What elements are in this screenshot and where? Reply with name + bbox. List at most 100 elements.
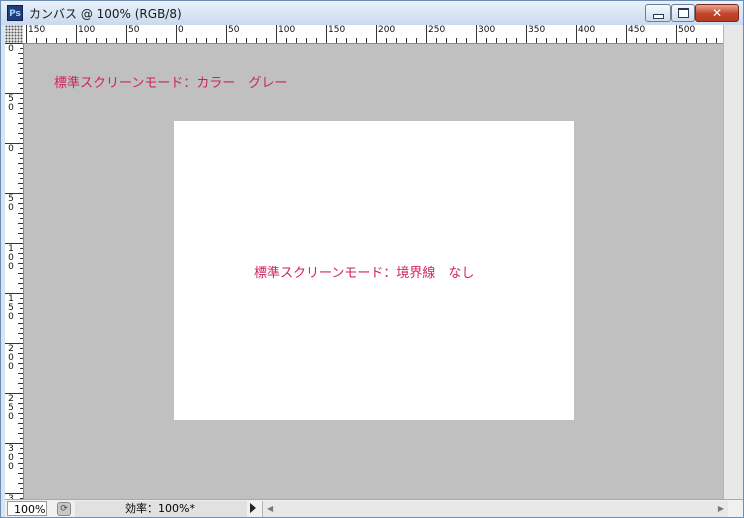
scroll-right-arrow-icon[interactable]: ▶ xyxy=(718,504,724,513)
ruler-label: 1 0 0 xyxy=(8,244,14,272)
ruler-tick xyxy=(20,408,23,409)
status-info-icon[interactable]: ⟳ xyxy=(57,502,71,516)
window-title: カンバス @ 100% (RGB/8) xyxy=(29,7,182,21)
ruler-label: 5 0 xyxy=(8,194,14,213)
ruler-tick xyxy=(20,148,23,149)
vertical-scrollbar[interactable] xyxy=(723,25,743,499)
ruler-origin-corner[interactable] xyxy=(5,25,24,44)
ruler-tick xyxy=(18,313,23,314)
ruler-tick xyxy=(20,348,23,349)
ruler-tick xyxy=(18,383,23,384)
ruler-tick xyxy=(20,98,23,99)
ruler-tick xyxy=(20,378,23,379)
ruler-tick xyxy=(696,38,697,43)
ruler-tick xyxy=(20,88,23,89)
zoom-level-field[interactable]: 100% xyxy=(7,501,47,516)
horizontal-ruler[interactable]: 150 100 50 0 50 100 150 200 250 300 350 400 450 500 xyxy=(23,25,723,44)
ruler-label: 1 5 0 xyxy=(8,294,14,322)
ruler-tick xyxy=(20,328,23,329)
canvas-workspace[interactable]: 標準スクリーンモード：カラー グレー 標準スクリーンモード：境界線 なし xyxy=(24,44,723,499)
ruler-tick xyxy=(18,363,23,364)
ruler-tick xyxy=(316,38,317,43)
ruler-tick xyxy=(18,263,23,264)
ruler-tick xyxy=(18,463,23,464)
ruler-tick xyxy=(196,38,197,43)
ruler-tick xyxy=(376,25,377,43)
ruler-tick xyxy=(226,25,227,43)
ruler-tick xyxy=(18,483,23,484)
ruler-tick xyxy=(18,273,23,274)
ruler-tick xyxy=(666,38,667,43)
ruler-tick xyxy=(20,218,23,219)
ruler-tick xyxy=(20,118,23,119)
scroll-left-arrow-icon[interactable]: ◀ xyxy=(267,504,273,513)
mode-label-gray: 標準スクリーンモード：カラー グレー xyxy=(54,76,288,91)
ruler-tick xyxy=(566,38,567,43)
title-bar[interactable]: Ps カンバス @ 100% (RGB/8) ✕ xyxy=(1,1,743,25)
ruler-tick xyxy=(18,473,23,474)
ruler-tick xyxy=(20,178,23,179)
ruler-tick xyxy=(486,38,487,43)
ruler-tick xyxy=(396,38,397,43)
ruler-label: 50 xyxy=(228,25,240,35)
ruler-tick xyxy=(386,38,387,43)
ruler-tick xyxy=(20,388,23,389)
ruler-tick xyxy=(76,25,77,43)
resize-grip[interactable] xyxy=(729,501,743,517)
ruler-tick xyxy=(18,63,23,64)
status-menu-arrow-icon[interactable] xyxy=(250,503,256,513)
ruler-tick xyxy=(356,38,357,43)
ruler-label: 2 5 0 xyxy=(8,394,14,422)
document-window: Ps カンバス @ 100% (RGB/8) ✕ 150 100 50 0 50 100 1… xyxy=(0,0,744,518)
ruler-tick xyxy=(20,158,23,159)
efficiency-status: 効率：100%* xyxy=(75,501,247,517)
close-button[interactable]: ✕ xyxy=(695,4,739,22)
ruler-tick xyxy=(20,128,23,129)
ruler-tick xyxy=(18,83,23,84)
ruler-tick xyxy=(546,38,547,43)
ruler-tick xyxy=(20,308,23,309)
ruler-tick xyxy=(20,268,23,269)
ruler-tick xyxy=(18,233,23,234)
ruler-tick xyxy=(586,38,587,43)
ruler-tick xyxy=(436,38,437,43)
maximize-button[interactable] xyxy=(671,4,695,22)
vertical-ruler[interactable]: 05 005 01 0 01 5 02 0 02 5 03 0 03 5 0 xyxy=(5,43,24,499)
ruler-tick xyxy=(20,248,23,249)
ruler-tick xyxy=(18,353,23,354)
ruler-tick xyxy=(476,25,477,43)
ruler-tick xyxy=(366,38,367,43)
horizontal-scrollbar[interactable]: ◀ ▶ xyxy=(262,501,728,517)
ruler-label: 3 0 0 xyxy=(8,444,14,472)
ruler-tick xyxy=(20,208,23,209)
ruler-tick xyxy=(176,25,177,43)
ruler-tick xyxy=(20,438,23,439)
ruler-tick xyxy=(20,298,23,299)
ruler-tick xyxy=(18,123,23,124)
ruler-tick xyxy=(20,188,23,189)
ruler-tick xyxy=(596,38,597,43)
ruler-tick xyxy=(20,428,23,429)
ruler-label: 450 xyxy=(628,25,646,35)
ruler-tick xyxy=(18,223,23,224)
ruler-tick xyxy=(18,413,23,414)
minimize-button[interactable] xyxy=(645,4,671,22)
ruler-tick xyxy=(166,38,167,43)
ruler-tick xyxy=(296,38,297,43)
ruler-tick xyxy=(18,433,23,434)
ruler-tick xyxy=(646,38,647,43)
ruler-tick xyxy=(616,38,617,43)
ruler-tick xyxy=(156,38,157,43)
ruler-tick xyxy=(406,38,407,43)
ruler-tick xyxy=(20,478,23,479)
ruler-label: 400 xyxy=(578,25,596,35)
ruler-tick xyxy=(20,458,23,459)
document-canvas[interactable]: 標準スクリーンモード：境界線 なし xyxy=(174,121,574,420)
ruler-tick xyxy=(20,198,23,199)
ruler-tick xyxy=(20,168,23,169)
ruler-tick xyxy=(18,423,23,424)
ruler-tick xyxy=(706,38,707,43)
ruler-tick xyxy=(676,25,677,43)
ruler-tick xyxy=(236,38,237,43)
ruler-tick xyxy=(18,133,23,134)
